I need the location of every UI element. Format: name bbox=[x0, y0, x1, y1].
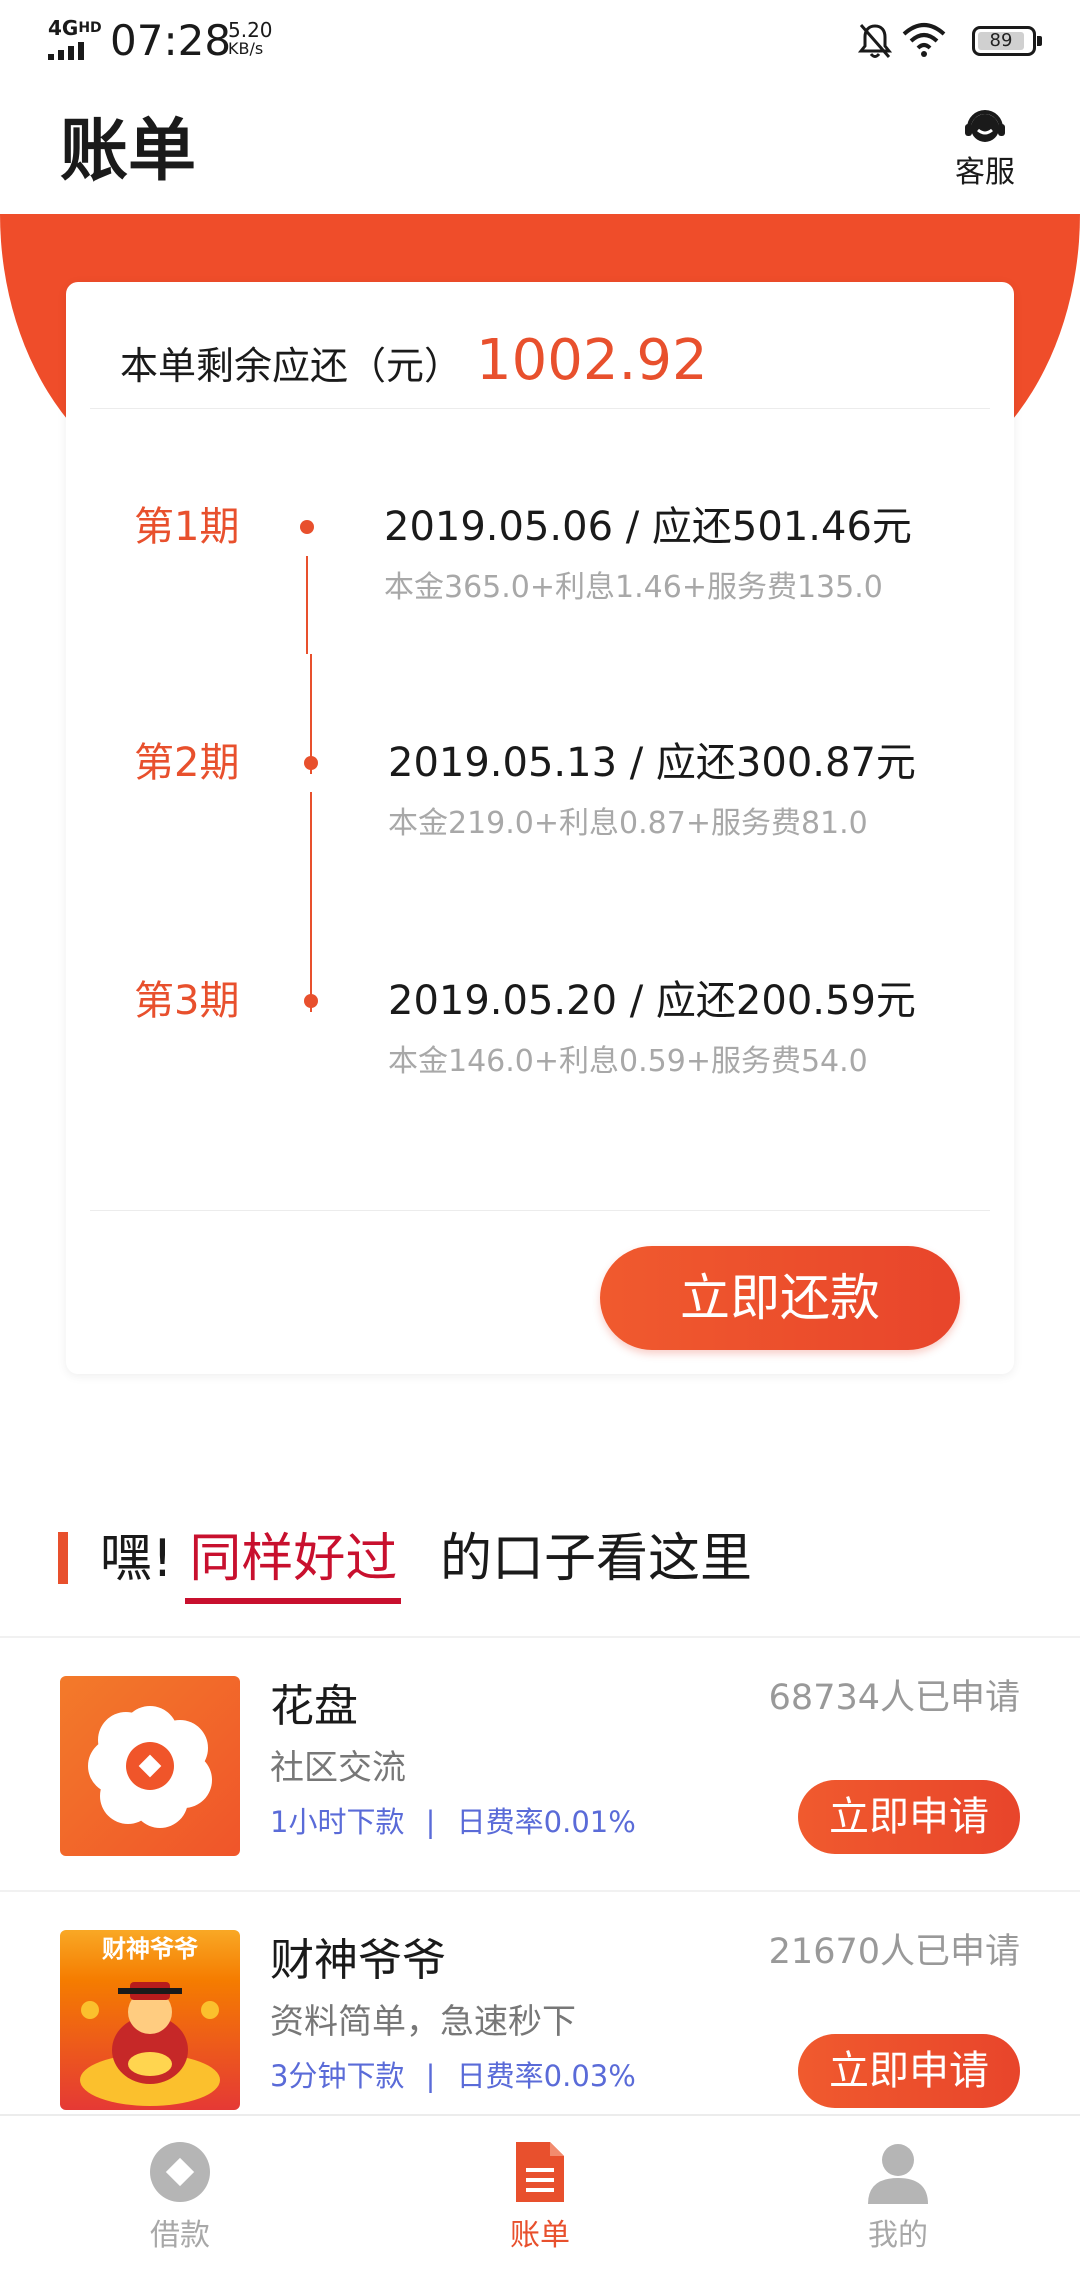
promo-title: 嘿! 同样好过 的口子看这里 bbox=[58, 1526, 1058, 1606]
loan-description: 社区交流 bbox=[270, 1748, 406, 1788]
applicant-count: 21670人已申请 bbox=[768, 1932, 1020, 1972]
loan-item[interactable]: 财神爷爷 财神爷爷 资料简单，急速秒下 3分钟下款 | 日费率0.03% 216… bbox=[0, 1892, 1080, 2142]
applicant-count: 68734人已申请 bbox=[768, 1678, 1020, 1718]
timeline-dot bbox=[304, 756, 318, 770]
loan-description: 资料简单，急速秒下 bbox=[270, 2002, 576, 2042]
network-type: 4GHD bbox=[48, 18, 102, 38]
timeline-dot bbox=[300, 520, 314, 534]
nav-label: 借款 bbox=[150, 2218, 210, 2253]
page-title: 账单 bbox=[60, 112, 197, 191]
user-profile-icon bbox=[868, 2144, 928, 2204]
status-time: 07:28 bbox=[110, 16, 232, 65]
speed-unit: KB/s bbox=[228, 39, 264, 58]
caishen-logo-icon: 财神爷爷 bbox=[60, 1930, 240, 2110]
promo-highlight: 同样好过 bbox=[185, 1526, 402, 1604]
loan-name: 花盘 bbox=[270, 1681, 358, 1732]
repay-now-button[interactable]: 立即还款 bbox=[600, 1246, 960, 1350]
tag-separator: | bbox=[425, 1805, 436, 1839]
remaining-label: 本单剩余应还（元） bbox=[120, 344, 463, 388]
huapan-logo-icon bbox=[60, 1676, 240, 1856]
nav-tab-profile[interactable]: 我的 bbox=[798, 2140, 998, 2254]
wifi-icon bbox=[902, 23, 946, 57]
loan-rate-tag: 日费率0.01% bbox=[456, 1805, 636, 1839]
speed-value: 5.20 bbox=[228, 18, 273, 42]
app-header: 账单 客服 bbox=[0, 82, 1080, 214]
loan-name: 财神爷爷 bbox=[270, 1935, 446, 1986]
battery-level: 89 bbox=[978, 32, 1024, 50]
headset-icon bbox=[965, 110, 1005, 142]
loan-diamond-icon bbox=[150, 2142, 210, 2202]
remaining-summary: 本单剩余应还（元） 1002.92 bbox=[120, 328, 708, 398]
battery-icon: 89 bbox=[972, 26, 1042, 56]
network-speed: 5.20 KB/s bbox=[228, 20, 273, 58]
customer-service-label: 客服 bbox=[955, 155, 1015, 190]
nav-label: 我的 bbox=[868, 2218, 928, 2253]
installment-summary: 2019.05.06 / 应还501.46元 bbox=[384, 504, 912, 550]
network-label: 4G bbox=[48, 16, 79, 40]
bottom-navigation: 借款 账单 我的 bbox=[0, 2114, 1080, 2282]
network-sub-label: HD bbox=[78, 20, 102, 36]
loan-item[interactable]: 花盘 社区交流 1小时下款 | 日费率0.01% 68734人已申请 立即申请 bbox=[0, 1638, 1080, 1888]
nav-label: 账单 bbox=[510, 2218, 570, 2253]
card-divider bbox=[90, 408, 990, 409]
mute-bell-icon bbox=[858, 24, 892, 58]
timeline-line bbox=[306, 556, 308, 654]
apply-now-button[interactable]: 立即申请 bbox=[798, 2034, 1020, 2108]
installment-summary: 2019.05.13 / 应还300.87元 bbox=[388, 740, 916, 786]
installment-detail: 本金365.0+利息1.46+服务费135.0 bbox=[384, 570, 883, 605]
bill-card: 本单剩余应还（元） 1002.92 第1期 2019.05.06 / 应还501… bbox=[66, 282, 1014, 1374]
loan-speed-tag: 1小时下款 bbox=[270, 1805, 405, 1839]
nav-tab-bill[interactable]: 账单 bbox=[440, 2140, 640, 2254]
nav-tab-loan[interactable]: 借款 bbox=[80, 2140, 280, 2254]
remaining-amount: 1002.92 bbox=[476, 328, 708, 393]
card-divider bbox=[90, 1210, 990, 1211]
promo-suffix: 的口子看这里 bbox=[439, 1529, 752, 1589]
installment-period: 第2期 bbox=[134, 740, 240, 786]
loan-tags: 1小时下款 | 日费率0.01% bbox=[270, 1804, 636, 1840]
timeline-dot bbox=[304, 994, 318, 1008]
loan-tags: 3分钟下款 | 日费率0.03% bbox=[270, 2058, 636, 2094]
timeline-line bbox=[310, 792, 312, 1012]
promo-text: 嘿! 同样好过 的口子看这里 bbox=[100, 1526, 752, 1604]
tag-separator: | bbox=[425, 2059, 436, 2093]
loan-rate-tag: 日费率0.03% bbox=[456, 2059, 636, 2093]
installment-period: 第1期 bbox=[134, 504, 240, 550]
signal-icon bbox=[48, 40, 94, 60]
status-bar: 4GHD 07:28 5.20 KB/s 89 bbox=[0, 0, 1080, 82]
promo-accent-bar bbox=[58, 1532, 68, 1584]
installment-detail: 本金146.0+利息0.59+服务费54.0 bbox=[388, 1044, 868, 1079]
apply-now-button[interactable]: 立即申请 bbox=[798, 1780, 1020, 1854]
installment-period: 第3期 bbox=[134, 978, 240, 1024]
customer-service-button[interactable]: 客服 bbox=[950, 106, 1020, 190]
bill-document-icon bbox=[516, 2142, 564, 2202]
installment-detail: 本金219.0+利息0.87+服务费81.0 bbox=[388, 806, 868, 841]
loan-speed-tag: 3分钟下款 bbox=[270, 2059, 405, 2093]
promo-prefix: 嘿! bbox=[100, 1529, 173, 1589]
installment-summary: 2019.05.20 / 应还200.59元 bbox=[388, 978, 916, 1024]
